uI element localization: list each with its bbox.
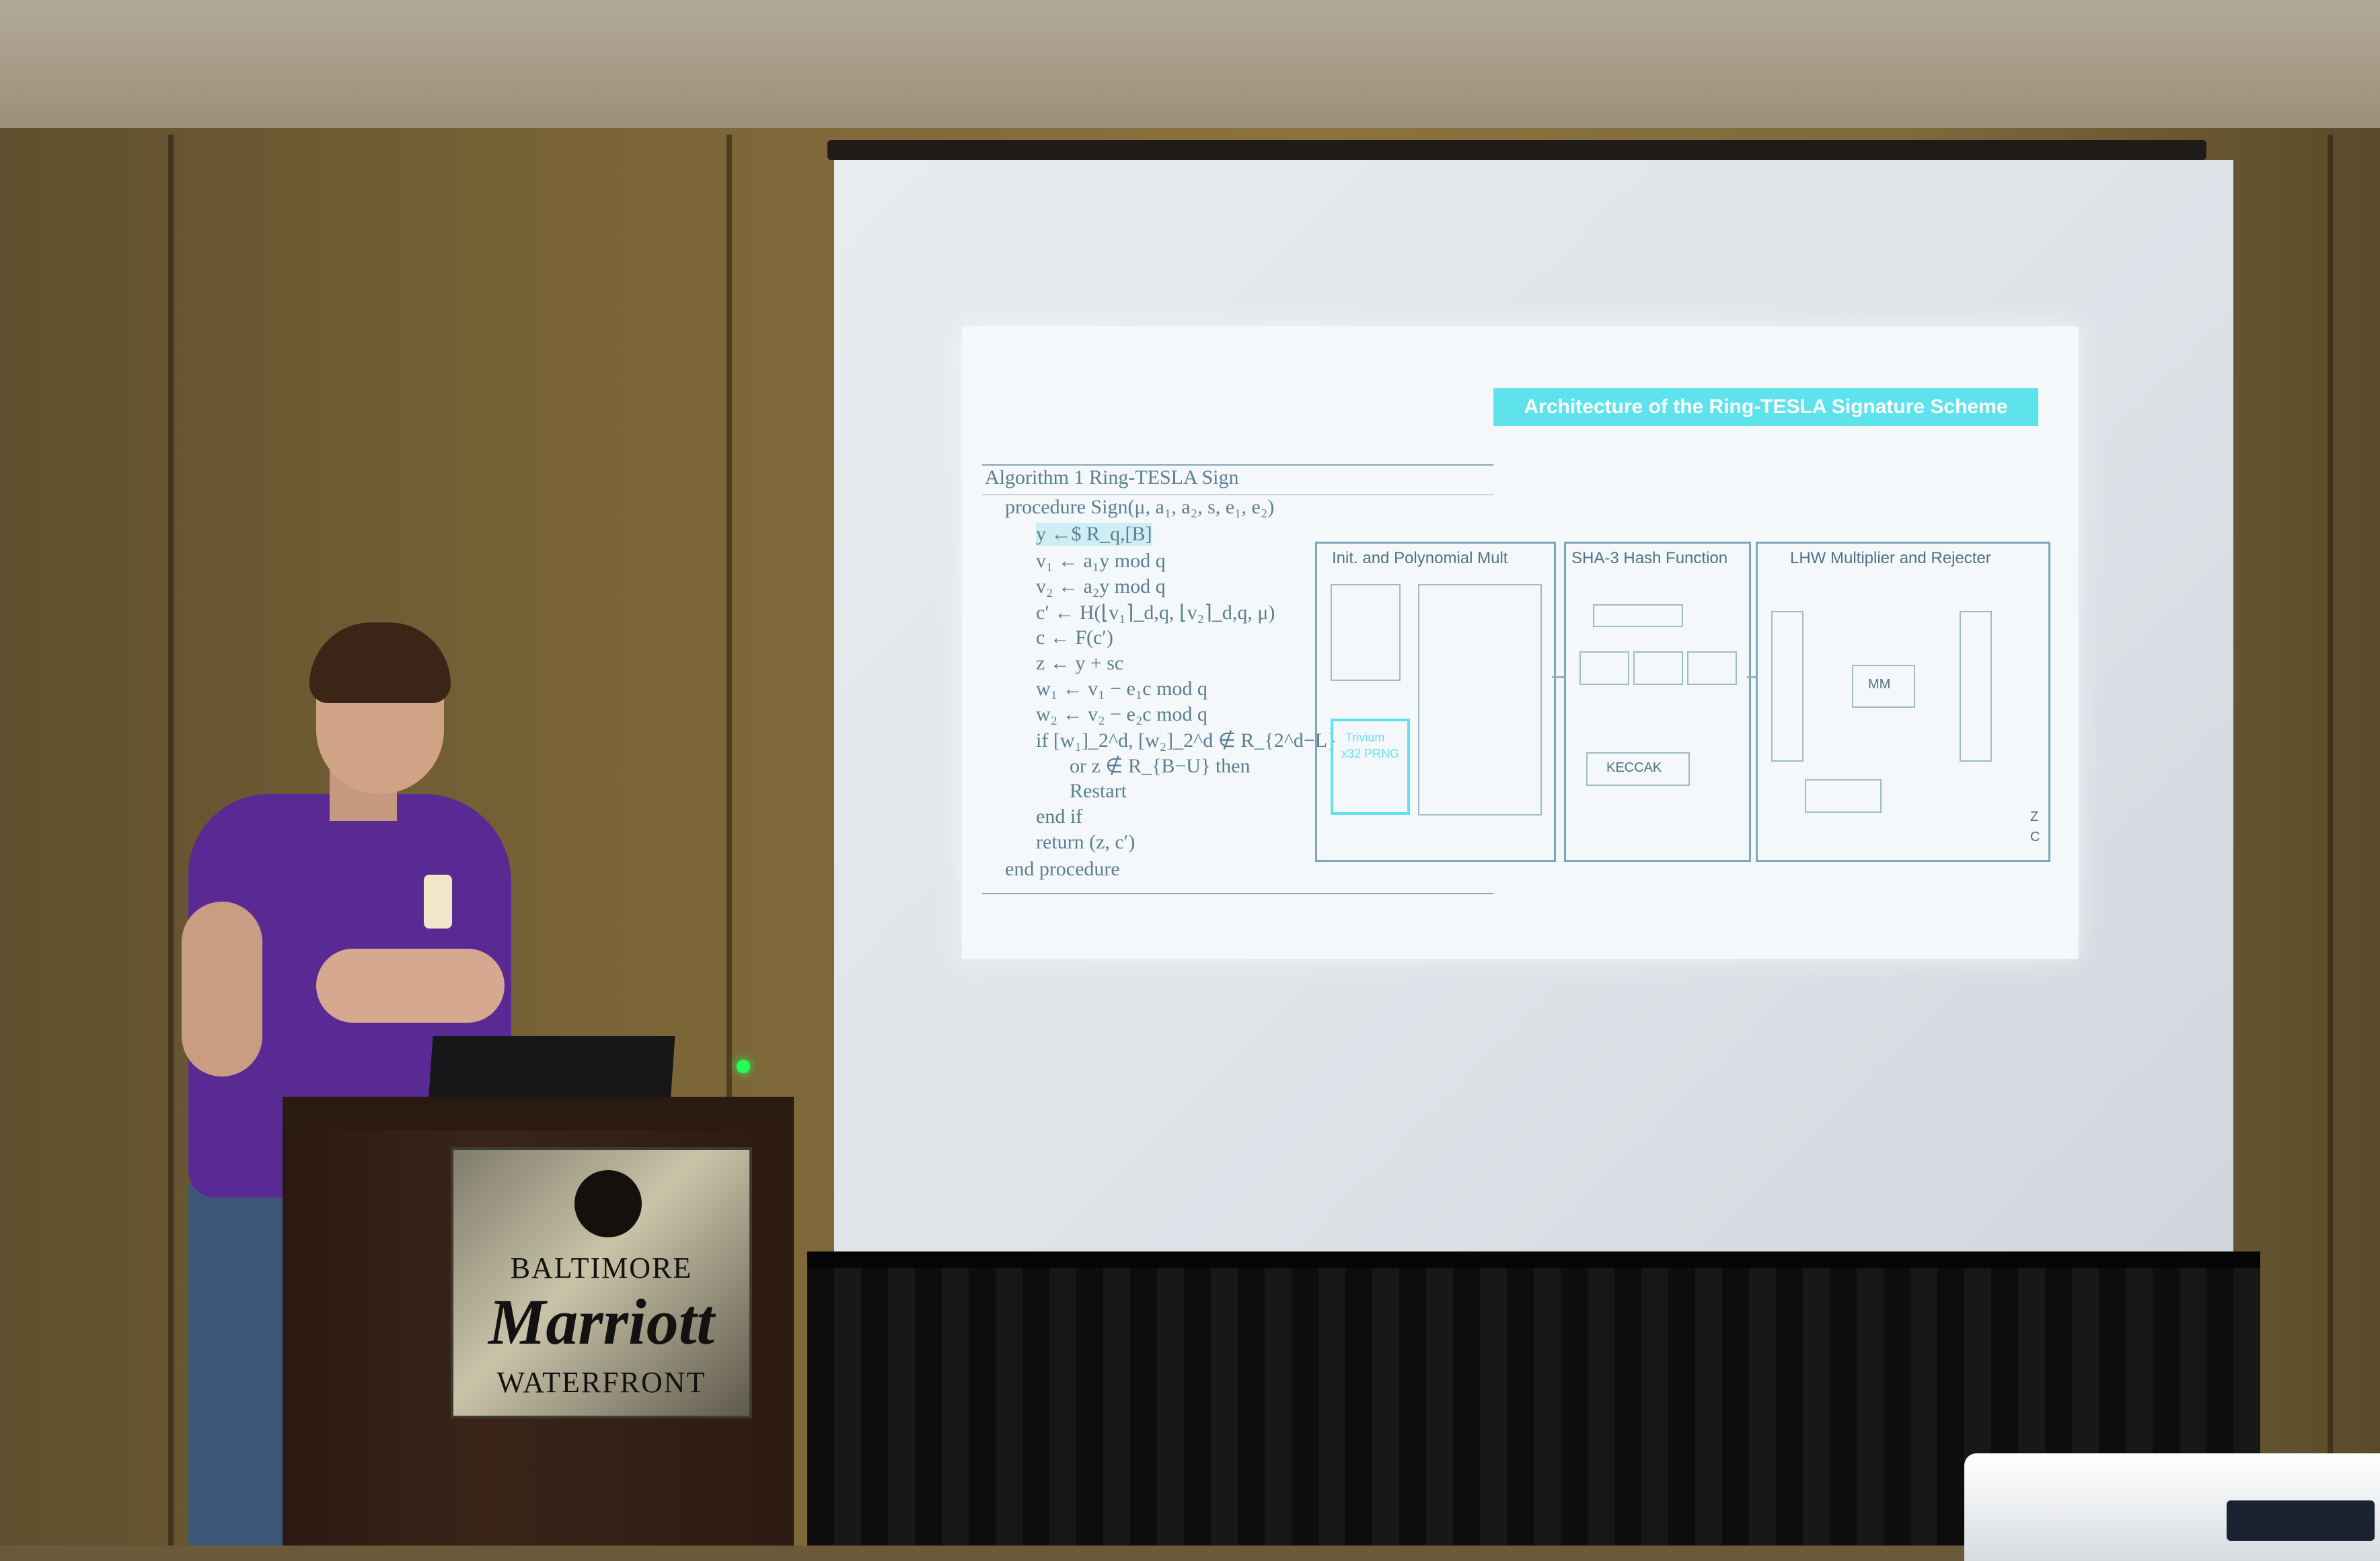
algorithm-line: z ← y + sc bbox=[1036, 652, 1124, 674]
module-box bbox=[1418, 584, 1542, 815]
algorithm-rule bbox=[982, 893, 1493, 894]
shirt-logo bbox=[424, 875, 452, 929]
hotel-logo-icon bbox=[574, 1170, 642, 1237]
prng-label: Trivium bbox=[1345, 731, 1385, 744]
projected-slide: Architecture of the Ring-TESLA Signature… bbox=[962, 326, 2079, 959]
module-box bbox=[1633, 651, 1683, 685]
algorithm-line: v₂ ← a₂y mod q bbox=[1036, 575, 1166, 597]
block-label: LHW Multiplier and Rejecter bbox=[1790, 549, 1991, 567]
algorithm-line: return (z, c′) bbox=[1036, 831, 1136, 853]
algorithm-line: procedure Sign(μ, a₁, a₂, s, e₁, e₂) bbox=[1005, 496, 1275, 518]
podium-sign: BALTIMORE Marriott WATERFRONT bbox=[451, 1147, 752, 1418]
module-box bbox=[1593, 604, 1683, 627]
prng-label: x32 PRNG bbox=[1341, 747, 1400, 760]
prng-box: Trivium x32 PRNG bbox=[1331, 719, 1410, 815]
keccak-box: KECCAK bbox=[1586, 752, 1690, 786]
keccak-label: KECCAK bbox=[1606, 760, 1662, 775]
module-box bbox=[1771, 611, 1803, 762]
block-label: Init. and Polynomial Mult bbox=[1332, 549, 1508, 567]
algorithm-line: end procedure bbox=[1005, 858, 1120, 880]
screen-skirt-rod bbox=[807, 1251, 2260, 1268]
projector-panel bbox=[2227, 1500, 2375, 1541]
algorithm-line: w₂ ← v₂ − e₂c mod q bbox=[1036, 703, 1207, 725]
mm-label: MM bbox=[1868, 677, 1891, 692]
algorithm-line: c ← F(c′) bbox=[1036, 626, 1113, 649]
module-box bbox=[1579, 651, 1629, 685]
mm-box: MM bbox=[1852, 665, 1915, 708]
block-init-poly-mult: Init. and Polynomial Mult Trivium x32 PR… bbox=[1315, 542, 1556, 862]
wall-panel-seam bbox=[168, 135, 174, 1546]
presenter-hands bbox=[316, 949, 505, 1023]
slide-title-bar: Architecture of the Ring-TESLA Signature… bbox=[1493, 388, 2038, 426]
sign-line: WATERFRONT bbox=[496, 1366, 706, 1399]
algorithm-rule bbox=[982, 464, 1493, 466]
diagram-wire bbox=[1747, 676, 1756, 678]
module-box bbox=[1960, 611, 1992, 762]
algorithm-line: end if bbox=[1036, 805, 1083, 828]
sign-line: Marriott bbox=[488, 1286, 715, 1358]
block-lhw-multiplier-rejecter: LHW Multiplier and Rejecter MM Z C bbox=[1756, 542, 2050, 862]
ceiling bbox=[0, 0, 2380, 128]
wall-panel-seam bbox=[2328, 135, 2333, 1546]
laptop bbox=[428, 1036, 675, 1103]
algorithm-line: c′ ← H(⌊v₁⌉_d,q, ⌊v₂⌉_d,q, μ) bbox=[1036, 602, 1275, 624]
projector bbox=[1964, 1453, 2380, 1561]
output-z-label: Z bbox=[2030, 809, 2039, 824]
algorithm-line: or z ∉ R_{B−U} then bbox=[1070, 755, 1251, 777]
screen-rod bbox=[827, 140, 2206, 160]
block-label: SHA-3 Hash Function bbox=[1571, 549, 1728, 567]
algorithm-line: y ←$ R_q,[B] bbox=[1036, 523, 1152, 546]
module-box bbox=[1805, 779, 1882, 813]
block-sha3-hash: SHA-3 Hash Function KECCAK bbox=[1564, 542, 1751, 862]
module-box bbox=[1687, 651, 1737, 685]
output-c-label: C bbox=[2030, 830, 2040, 844]
presenter-arm bbox=[182, 902, 262, 1077]
algorithm-line: if [w₁]_2^d, [w₂]_2^d ∉ R_{2^d−L} bbox=[1036, 729, 1337, 752]
algorithm-line: Restart bbox=[1070, 780, 1127, 802]
module-box bbox=[1331, 584, 1401, 681]
sign-line: BALTIMORE bbox=[510, 1251, 693, 1284]
algorithm-caption: Algorithm 1 Ring-TESLA Sign bbox=[985, 466, 1239, 488]
power-led-icon bbox=[737, 1060, 750, 1073]
slide-title: Architecture of the Ring-TESLA Signature… bbox=[1524, 396, 2008, 418]
diagram-wire bbox=[1552, 676, 1564, 678]
algorithm-line: w₁ ← v₁ − e₁c mod q bbox=[1036, 678, 1207, 700]
algorithm-line: v₁ ← a₁y mod q bbox=[1036, 550, 1166, 572]
